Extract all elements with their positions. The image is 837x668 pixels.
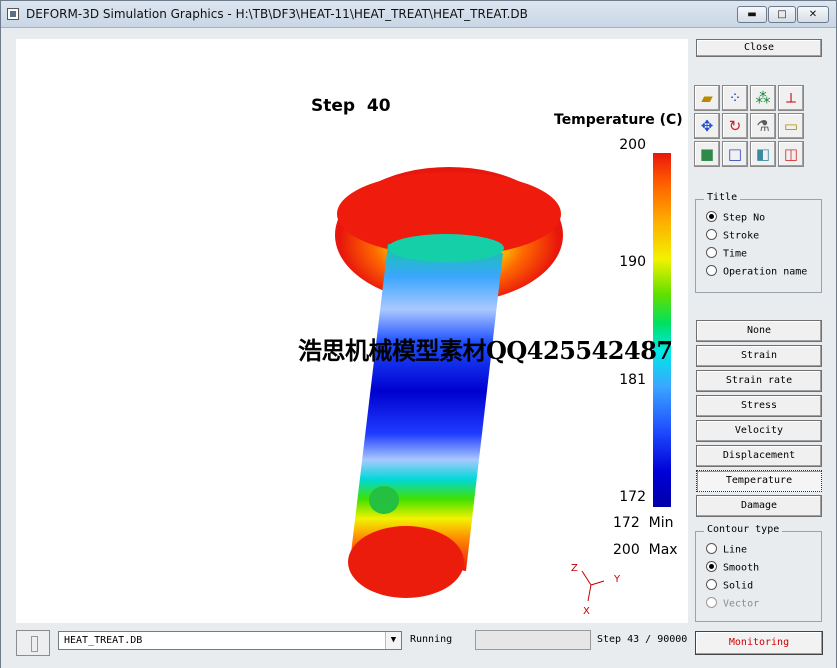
maximize-button[interactable]: □ — [768, 6, 796, 23]
axis-x-label: X — [583, 606, 590, 617]
radio-stroke[interactable]: Stroke — [706, 229, 759, 244]
radio-icon — [706, 579, 717, 590]
radio-line[interactable]: Line — [706, 543, 747, 558]
toolbar-icons: ▰ ⁘ ⁂ ⟂ ✥ ↻ ⚗ ▭ ■ □ ◧ ◫ — [694, 85, 810, 169]
variable-strain-rate-button[interactable]: Strain rate — [696, 370, 822, 392]
app-icon — [7, 8, 19, 20]
bolt-shaft — [351, 244, 503, 571]
red-box-icon[interactable]: ◫ — [778, 141, 804, 167]
variable-velocity-button[interactable]: Velocity — [696, 420, 822, 442]
title-bar[interactable]: DEFORM-3D Simulation Graphics - H:\TB\DF… — [1, 1, 836, 28]
status-bar: HEAT_TREAT.DB ▼ Running Step 43 / 90000 … — [1, 626, 836, 668]
chevron-down-icon[interactable]: ▼ — [385, 632, 401, 649]
graphics-viewport[interactable]: Step 40 Temperature (C) 200 190 181 172 … — [16, 39, 688, 623]
variable-displacement-button[interactable]: Displacement — [696, 445, 822, 467]
radio-selected-icon — [706, 211, 717, 222]
radio-icon — [706, 265, 717, 276]
title-group-label: Title — [704, 192, 741, 203]
plot-axes-icon[interactable]: ⟂ — [778, 85, 804, 111]
watermark-text: 浩思机械模型素材QQ425542487 — [298, 336, 673, 365]
step-counter: Step 43 / 90000 — [597, 634, 688, 645]
variable-strain-button[interactable]: Strain — [696, 345, 822, 367]
spray-icon[interactable]: ⚗ — [750, 113, 776, 139]
close-button[interactable]: Close — [696, 39, 822, 57]
max-value: 200 Max — [613, 542, 678, 558]
title-group: Title Step No Stroke Time Operation name — [695, 192, 822, 293]
variable-damage-button[interactable]: Damage — [696, 495, 822, 517]
variable-none-button[interactable]: None — [696, 320, 822, 342]
radio-icon — [706, 597, 717, 608]
minimize-button[interactable]: ▬ — [737, 6, 767, 23]
radio-solid[interactable]: Solid — [706, 579, 753, 594]
radio-operation-name[interactable]: Operation name — [706, 265, 807, 280]
tick-label: 172 — [619, 489, 646, 505]
window-title: DEFORM-3D Simulation Graphics - H:\TB\DF… — [26, 7, 528, 21]
bolt-end — [348, 526, 464, 598]
database-select[interactable]: HEAT_TREAT.DB ▼ — [58, 631, 402, 650]
status-icon — [16, 630, 50, 656]
run-state: Running — [410, 634, 453, 645]
variable-temperature-button[interactable]: Temperature — [696, 470, 822, 492]
window-close-button[interactable]: ✕ — [797, 6, 829, 23]
tick-label: 190 — [619, 254, 646, 270]
center-icon[interactable]: ✥ — [694, 113, 720, 139]
radio-smooth[interactable]: Smooth — [706, 561, 759, 576]
shaded-box-icon[interactable]: ◧ — [750, 141, 776, 167]
open-folder-icon[interactable]: ▰ — [694, 85, 720, 111]
radio-time[interactable]: Time — [706, 247, 747, 262]
contour-group-label: Contour type — [704, 524, 783, 535]
radio-icon — [706, 229, 717, 240]
progress-bar — [475, 630, 591, 650]
solid-box-icon[interactable]: ■ — [694, 141, 720, 167]
min-value: 172 Min — [613, 515, 674, 531]
ruler-icon[interactable]: ▭ — [778, 113, 804, 139]
tick-label: 200 — [619, 137, 646, 153]
rotate-icon[interactable]: ↻ — [722, 113, 748, 139]
axis-z-label: Z — [571, 563, 578, 574]
contour-type-group: Contour type Line Smooth Solid Vector — [695, 524, 822, 622]
shaft-top — [388, 234, 504, 262]
variable-stress-button[interactable]: Stress — [696, 395, 822, 417]
molecules-icon[interactable]: ⁂ — [750, 85, 776, 111]
temperature-colorbar — [653, 153, 671, 507]
nodes-icon[interactable]: ⁘ — [722, 85, 748, 111]
radio-selected-icon — [706, 561, 717, 572]
axis-y-label: Y — [614, 574, 621, 585]
radio-vector: Vector — [706, 597, 759, 612]
simulation-graphics-window: DEFORM-3D Simulation Graphics - H:\TB\DF… — [0, 0, 837, 668]
wire-box-icon[interactable]: □ — [722, 141, 748, 167]
side-hole — [369, 486, 399, 514]
radio-icon — [706, 247, 717, 258]
monitoring-button[interactable]: Monitoring — [695, 631, 823, 655]
tick-label: 181 — [619, 372, 646, 388]
radio-icon — [706, 543, 717, 554]
radio-step-no[interactable]: Step No — [706, 211, 765, 226]
